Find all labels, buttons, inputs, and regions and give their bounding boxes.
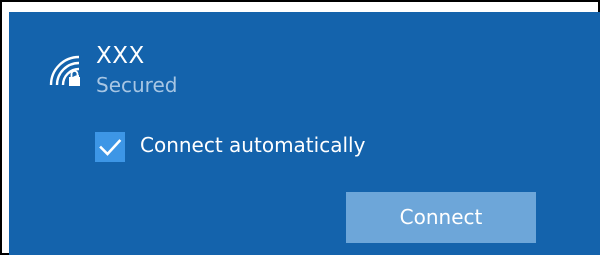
network-name: XXX — [96, 43, 145, 69]
connect-automatically-label[interactable]: Connect automatically — [140, 130, 365, 160]
connect-button[interactable]: Connect — [346, 192, 536, 243]
wifi-secured-icon — [49, 55, 83, 87]
connect-automatically-checkbox[interactable] — [95, 132, 125, 162]
screenshot-frame: XXX Secured Connect automatically Connec… — [0, 0, 600, 255]
wifi-network-panel: XXX Secured Connect automatically Connec… — [9, 12, 600, 255]
checkmark-icon — [99, 139, 122, 156]
network-security-status: Secured — [96, 73, 178, 97]
